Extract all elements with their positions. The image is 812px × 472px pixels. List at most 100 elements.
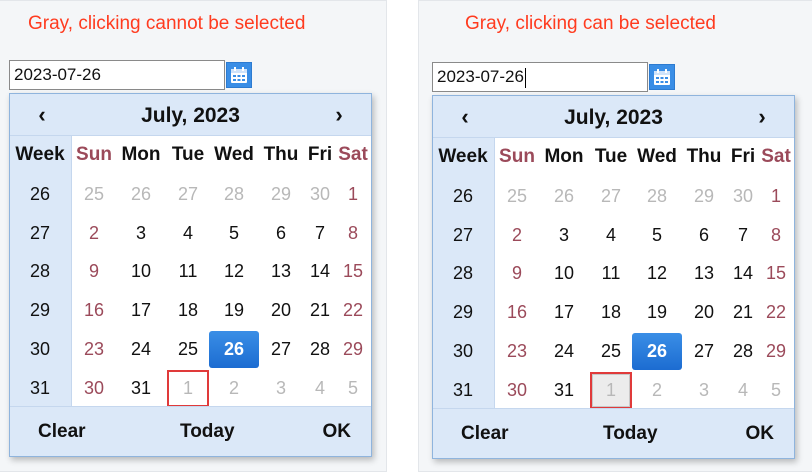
left-calendar-button[interactable]	[226, 62, 252, 88]
day-cell[interactable]: 10	[541, 254, 587, 293]
day-cell[interactable]: 5	[211, 214, 257, 253]
day-cell[interactable]: 20	[258, 291, 304, 330]
day-cell[interactable]: 26	[541, 177, 587, 216]
day-cell[interactable]: 4	[588, 216, 634, 255]
selected-day[interactable]: 26	[632, 332, 682, 370]
day-cell[interactable]: 14	[302, 252, 338, 291]
day-cell[interactable]: 13	[258, 252, 304, 291]
right-date-input[interactable]: 2023-07-26	[432, 62, 648, 92]
day-cell[interactable]: 29	[681, 177, 727, 216]
day-cell[interactable]: 4	[165, 214, 211, 253]
clear-button[interactable]: Clear	[38, 421, 86, 443]
day-cell[interactable]: 11	[165, 252, 211, 291]
day-cell[interactable]: 3	[258, 369, 304, 408]
week-number: 26	[29, 183, 51, 204]
day-cell[interactable]: 3	[681, 371, 727, 410]
highlighted-gray-day[interactable]: 1	[167, 369, 209, 407]
day-cell[interactable]: 18	[588, 293, 634, 332]
day-cell[interactable]: 28	[634, 177, 680, 216]
day-cell[interactable]: 1	[337, 175, 369, 214]
day-cell[interactable]: 30	[72, 369, 116, 408]
day-cell[interactable]: 28	[211, 175, 257, 214]
day-cell[interactable]: 25	[495, 177, 539, 216]
day-cell[interactable]: 19	[634, 293, 680, 332]
day-cell[interactable]: 2	[72, 214, 116, 253]
prev-month-button[interactable]: ‹	[453, 104, 477, 130]
day-cell[interactable]: 8	[337, 214, 369, 253]
day-cell[interactable]: 23	[495, 332, 539, 371]
day-cell[interactable]: 27	[165, 175, 211, 214]
prev-month-button[interactable]: ‹	[30, 102, 54, 128]
day-cell[interactable]: 5	[760, 371, 792, 410]
highlighted-gray-day[interactable]: 1	[590, 371, 632, 409]
ok-button[interactable]: OK	[323, 421, 352, 443]
day-cell[interactable]: 25	[165, 330, 211, 369]
day-cell[interactable]: 29	[258, 175, 304, 214]
day-cell[interactable]: 5	[337, 369, 369, 408]
day-cell[interactable]: 20	[681, 293, 727, 332]
day-cell[interactable]: 9	[72, 252, 116, 291]
day-cell[interactable]: 2	[211, 369, 257, 408]
day-cell[interactable]: 21	[302, 291, 338, 330]
day-cell[interactable]: 10	[118, 252, 164, 291]
day-cell[interactable]: 30	[495, 371, 539, 410]
day-cell[interactable]: 28	[302, 330, 338, 369]
ok-button[interactable]: OK	[746, 423, 775, 445]
day-cell[interactable]: 8	[760, 216, 792, 255]
day-cell[interactable]: 3	[118, 214, 164, 253]
day-cell[interactable]: 16	[72, 291, 116, 330]
day-cell[interactable]: 17	[541, 293, 587, 332]
day-cell[interactable]: 7	[725, 216, 761, 255]
day-cell[interactable]: 6	[681, 216, 727, 255]
day-cell[interactable]: 24	[541, 332, 587, 371]
day-cell[interactable]: 27	[258, 330, 304, 369]
day-cell[interactable]: 1	[760, 177, 792, 216]
day-cell[interactable]: 11	[588, 254, 634, 293]
day-cell[interactable]: 23	[72, 330, 116, 369]
day-cell[interactable]: 14	[725, 254, 761, 293]
day-cell[interactable]: 18	[165, 291, 211, 330]
day-cell[interactable]: 27	[588, 177, 634, 216]
day-cell[interactable]: 7	[302, 214, 338, 253]
day-cell[interactable]: 28	[725, 332, 761, 371]
day-cell[interactable]: 26	[118, 175, 164, 214]
day-cell[interactable]: 24	[118, 330, 164, 369]
left-date-input[interactable]: 2023-07-26	[9, 60, 225, 90]
day-cell[interactable]: 15	[337, 252, 369, 291]
day-cell[interactable]: 6	[258, 214, 304, 253]
day-cell[interactable]: 27	[681, 332, 727, 371]
day-cell[interactable]: 12	[211, 252, 257, 291]
day-cell[interactable]: 22	[760, 293, 792, 332]
clear-button[interactable]: Clear	[461, 423, 509, 445]
day-cell[interactable]: 29	[760, 332, 792, 371]
weekday-thu: Thu	[263, 144, 299, 165]
right-calendar-button[interactable]	[649, 64, 675, 90]
day-cell[interactable]: 19	[211, 291, 257, 330]
next-month-button[interactable]: ›	[327, 102, 351, 128]
day-cell[interactable]: 22	[337, 291, 369, 330]
day-cell[interactable]: 21	[725, 293, 761, 332]
day-cell[interactable]: 2	[495, 216, 539, 255]
day-cell[interactable]: 2	[634, 371, 680, 410]
day-cell[interactable]: 25	[72, 175, 116, 214]
day-cell[interactable]: 30	[302, 175, 338, 214]
day-cell[interactable]: 12	[634, 254, 680, 293]
day-cell[interactable]: 16	[495, 293, 539, 332]
day-cell[interactable]: 25	[588, 332, 634, 371]
day-cell[interactable]: 4	[302, 369, 338, 408]
day-cell[interactable]: 15	[760, 254, 792, 293]
day-cell[interactable]: 31	[118, 369, 164, 408]
day-cell[interactable]: 30	[725, 177, 761, 216]
day-cell[interactable]: 31	[541, 371, 587, 410]
day-cell[interactable]: 3	[541, 216, 587, 255]
day-cell[interactable]: 9	[495, 254, 539, 293]
today-button[interactable]: Today	[180, 421, 235, 443]
day-cell[interactable]: 13	[681, 254, 727, 293]
day-cell[interactable]: 4	[725, 371, 761, 410]
day-cell[interactable]: 29	[337, 330, 369, 369]
today-button[interactable]: Today	[603, 423, 658, 445]
day-cell[interactable]: 17	[118, 291, 164, 330]
next-month-button[interactable]: ›	[750, 104, 774, 130]
selected-day[interactable]: 26	[209, 330, 259, 368]
day-cell[interactable]: 5	[634, 216, 680, 255]
